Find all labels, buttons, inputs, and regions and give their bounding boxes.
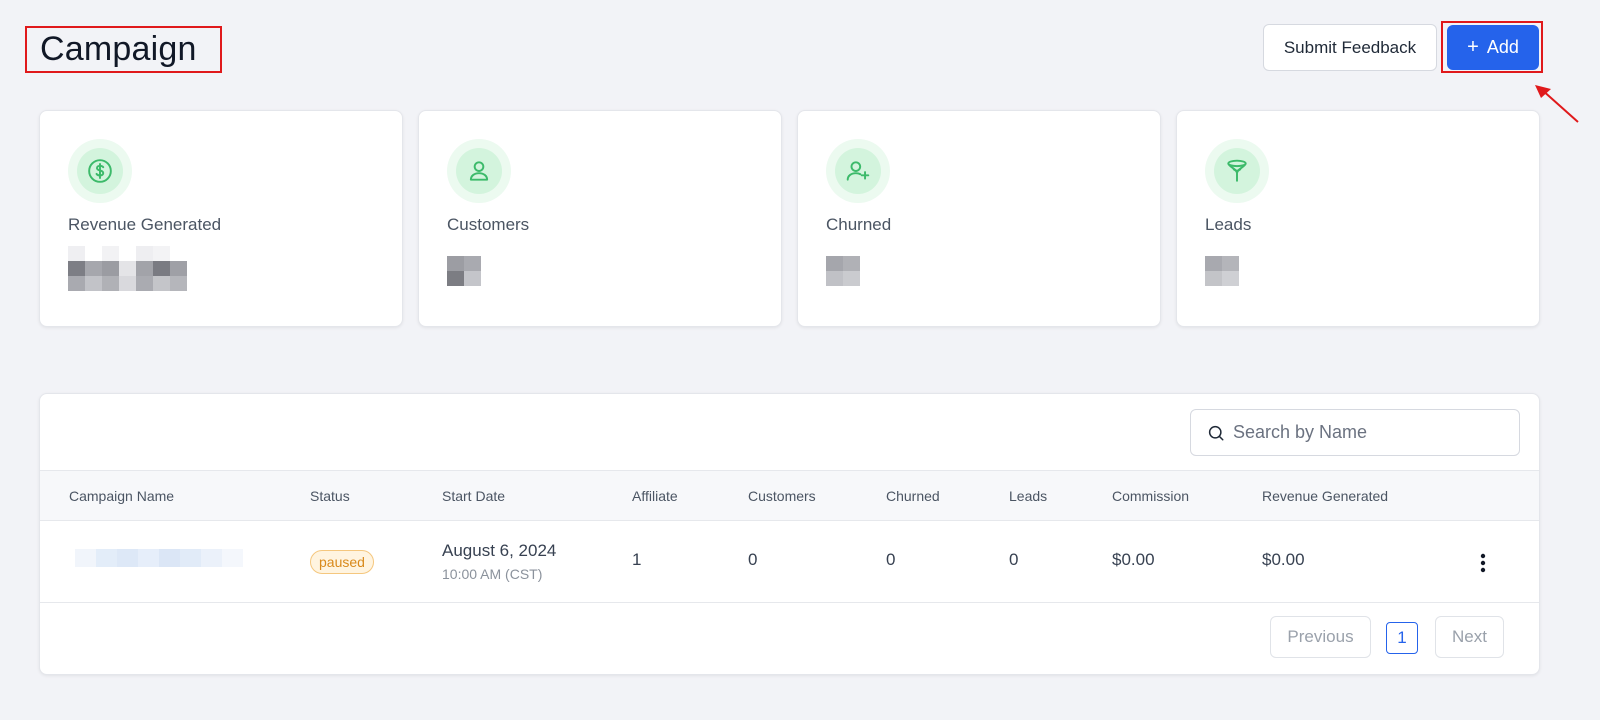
user-icon [469,161,489,181]
customers-icon-badge [447,139,511,203]
churned-count: 0 [886,550,896,569]
campaign-table-panel: Campaign Name Status Start Date Affiliat… [39,393,1540,675]
plus-icon: + [1467,35,1479,58]
next-page-button[interactable]: Next [1435,616,1504,658]
table-header: Campaign Name Status Start Date Affiliat… [40,470,1539,521]
start-date: August 6, 2024 [442,541,557,560]
leads-icon-badge [1205,139,1269,203]
search-box[interactable] [1190,409,1520,456]
customers-count: 0 [748,550,758,569]
revenue-icon-badge [68,139,132,203]
more-options-icon[interactable] [1480,553,1486,573]
column-header-leads[interactable]: Leads [1009,488,1047,504]
column-header-revenue-generated[interactable]: Revenue Generated [1262,488,1388,504]
search-icon [1208,425,1224,440]
column-header-churned[interactable]: Churned [886,488,940,504]
page-title-highlight: Campaign [25,26,222,73]
column-header-status[interactable]: Status [310,488,350,504]
status-badge: paused [310,550,374,574]
revenue-value: $0.00 [1262,550,1305,569]
start-time: 10:00 AM (CST) [442,566,543,582]
affiliate-count: 1 [632,550,642,569]
column-header-commission[interactable]: Commission [1112,488,1189,504]
leads-count: 0 [1009,550,1019,569]
table-row[interactable]: paused August 6, 2024 10:00 AM (CST) 1 0… [40,521,1539,603]
search-input[interactable] [1233,422,1503,443]
churned-icon-badge [826,139,890,203]
user-plus-icon [846,161,870,181]
stat-card-customers: Customers [418,110,782,327]
annotation-arrow-icon [1535,85,1579,123]
dollar-circle-icon [88,159,112,183]
stat-label: Leads [1205,215,1252,234]
column-header-start-date[interactable]: Start Date [442,488,505,504]
stat-value-redacted [1205,256,1239,286]
commission-value: $0.00 [1112,550,1155,569]
page-number-current[interactable]: 1 [1386,622,1418,654]
stat-card-revenue: Revenue Generated [39,110,403,327]
add-button[interactable]: + Add [1447,25,1539,70]
stat-label: Churned [826,215,892,234]
previous-page-button[interactable]: Previous [1270,616,1371,658]
stat-value-redacted [826,256,860,286]
add-button-label: Add [1486,37,1519,57]
submit-feedback-button[interactable]: Submit Feedback [1263,24,1437,71]
funnel-icon [1227,159,1247,182]
stat-label: Customers [447,215,530,234]
campaign-name-redacted[interactable] [75,549,243,567]
column-header-customers[interactable]: Customers [748,488,816,504]
stat-card-leads: Leads [1176,110,1540,327]
stat-label: Revenue Generated [68,215,222,234]
stat-value-redacted [447,256,481,286]
stat-value-redacted [68,246,187,291]
column-header-affiliate[interactable]: Affiliate [632,488,678,504]
stat-card-churned: Churned [797,110,1161,327]
column-header-campaign-name[interactable]: Campaign Name [69,488,174,504]
page-title: Campaign [40,30,197,68]
